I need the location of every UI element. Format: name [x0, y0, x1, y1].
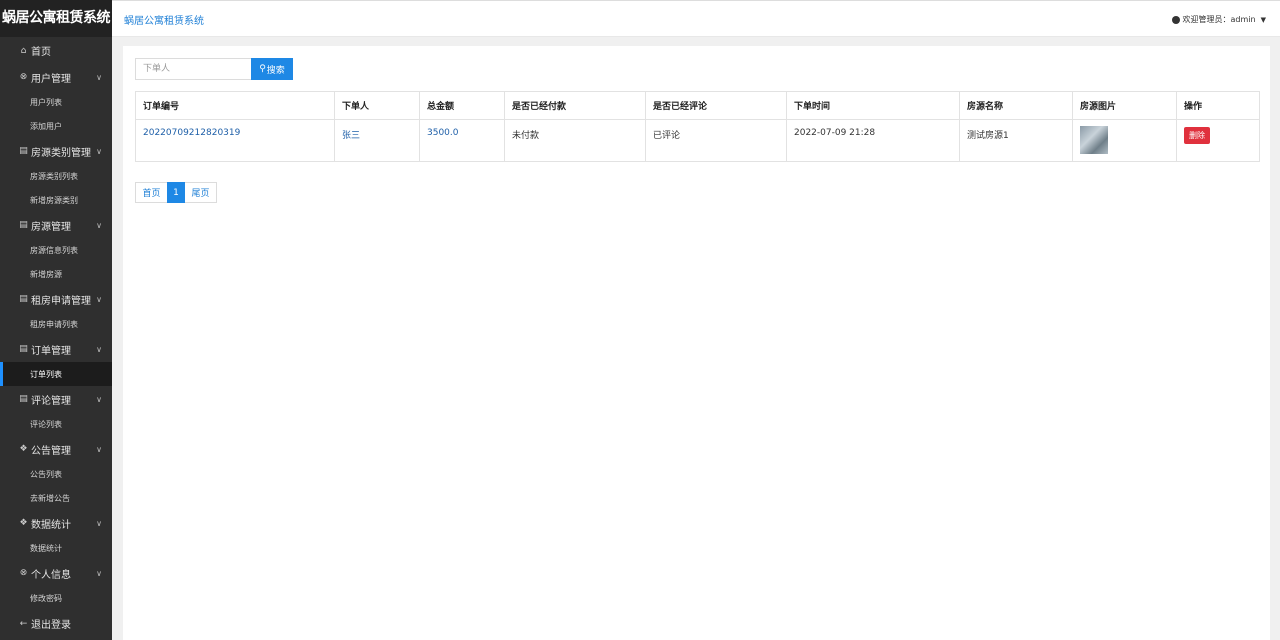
sidebar-item-statistics[interactable]: 数据统计: [0, 536, 112, 560]
col-commented: 是否已经评论: [645, 91, 787, 120]
col-action: 操作: [1176, 91, 1260, 120]
breadcrumb[interactable]: 蜗居公寓租赁系统: [124, 12, 204, 27]
sidebar-item-application-list[interactable]: 租房申请列表: [0, 312, 112, 336]
sidebar-item-home[interactable]: ⌂ 首页: [0, 37, 112, 64]
cell-time: 2022-07-09 21:28: [786, 119, 960, 162]
sidebar-item-comment-list[interactable]: 评论列表: [0, 412, 112, 436]
caret-down-icon: ▼: [1260, 15, 1266, 24]
document-icon: ▤: [19, 294, 28, 304]
user-icon: ⊗: [19, 568, 28, 578]
cell-buyer: 张三: [334, 119, 420, 162]
sidebar-group-statistics[interactable]: ❖ 数据统计 ∨: [0, 510, 112, 536]
col-paid: 是否已经付款: [504, 91, 646, 120]
chevron-down-icon: ∨: [96, 518, 102, 528]
user-avatar-icon: [1171, 15, 1180, 24]
sidebar-item-add-house[interactable]: 新增房源: [0, 262, 112, 286]
search-button[interactable]: ⚲ 搜索: [251, 58, 293, 80]
user-icon: ⊗: [19, 72, 28, 82]
page-first-button[interactable]: 首页: [135, 182, 167, 203]
col-buyer: 下单人: [334, 91, 420, 120]
sidebar: 蜗居公寓租赁系统 ⌂ 首页 ⊗ 用户管理 ∨ 用户列表 添加用户 ▤ 房源类别管…: [0, 0, 112, 640]
chevron-down-icon: ∨: [96, 72, 102, 82]
sidebar-item-change-password[interactable]: 修改密码: [0, 586, 112, 610]
sidebar-item-add-user[interactable]: 添加用户: [0, 114, 112, 138]
cell-action: 删除: [1176, 119, 1260, 162]
home-icon: ⌂: [20, 45, 27, 56]
main-content: ⚲ 搜索 订单编号 下单人 总金额 是否已经付款 是否已经评论 下单时间 房源名…: [123, 46, 1270, 640]
sidebar-group-house[interactable]: ▤ 房源管理 ∨: [0, 212, 112, 238]
cell-house-name: 测试房源1: [959, 119, 1073, 162]
chevron-down-icon: ∨: [96, 146, 102, 156]
sidebar-item-label: 首页: [31, 47, 51, 58]
sidebar-group-profile[interactable]: ⊗ 个人信息 ∨: [0, 560, 112, 586]
sidebar-item-add-category[interactable]: 新增房源类别: [0, 188, 112, 212]
sidebar-item-order-list[interactable]: 订单列表: [0, 362, 112, 386]
layers-icon: ❖: [19, 444, 28, 454]
search-icon: ⚲: [259, 64, 266, 74]
chevron-down-icon: ∨: [96, 568, 102, 578]
cell-amount: 3500.0: [419, 119, 505, 162]
page-number-button[interactable]: 1: [167, 182, 185, 203]
sidebar-item-user-list[interactable]: 用户列表: [0, 90, 112, 114]
chevron-down-icon: ∨: [96, 394, 102, 404]
col-order-no: 订单编号: [135, 91, 335, 120]
cell-order-no: 20220709212820319: [135, 119, 335, 162]
sidebar-group-comment[interactable]: ▤ 评论管理 ∨: [0, 386, 112, 412]
sidebar-group-user[interactable]: ⊗ 用户管理 ∨: [0, 64, 112, 90]
sidebar-item-logout[interactable]: ← 退出登录: [0, 610, 112, 637]
col-house-image: 房源图片: [1072, 91, 1177, 120]
sidebar-item-notice-list[interactable]: 公告列表: [0, 462, 112, 486]
arrow-left-icon: ←: [19, 618, 28, 629]
cell-commented: 已评论: [645, 119, 787, 162]
document-icon: ▤: [19, 344, 28, 354]
chevron-down-icon: ∨: [96, 344, 102, 354]
delete-button[interactable]: 删除: [1184, 127, 1210, 144]
sidebar-group-order[interactable]: ▤ 订单管理 ∨: [0, 336, 112, 362]
page-last-button[interactable]: 尾页: [185, 182, 217, 203]
order-table: 订单编号 下单人 总金额 是否已经付款 是否已经评论 下单时间 房源名称 房源图…: [135, 91, 1260, 162]
cell-paid: 未付款: [504, 119, 646, 162]
sidebar-group-rent-application[interactable]: ▤ 租房申请管理 ∨: [0, 286, 112, 312]
document-icon: ▤: [19, 146, 28, 156]
chevron-down-icon: ∨: [96, 444, 102, 454]
welcome-text: 欢迎管理员：admin: [1182, 15, 1256, 24]
app-brand: 蜗居公寓租赁系统: [0, 0, 112, 37]
sidebar-group-house-category[interactable]: ▤ 房源类别管理 ∨: [0, 138, 112, 164]
layers-icon: ❖: [19, 518, 28, 528]
col-amount: 总金额: [419, 91, 505, 120]
pagination: 首页 1 尾页: [135, 182, 217, 203]
chevron-down-icon: ∨: [96, 294, 102, 304]
table-header-row: 订单编号 下单人 总金额 是否已经付款 是否已经评论 下单时间 房源名称 房源图…: [135, 91, 1260, 120]
sidebar-item-category-list[interactable]: 房源类别列表: [0, 164, 112, 188]
col-time: 下单时间: [786, 91, 960, 120]
chevron-down-icon: ∨: [96, 220, 102, 230]
table-row: 20220709212820319 张三 3500.0 未付款 已评论 2022…: [135, 119, 1260, 162]
col-house-name: 房源名称: [959, 91, 1073, 120]
sidebar-item-add-notice[interactable]: 去新增公告: [0, 486, 112, 510]
user-menu[interactable]: 欢迎管理员：admin ▼: [1171, 14, 1266, 25]
sidebar-item-house-list[interactable]: 房源信息列表: [0, 238, 112, 262]
cell-house-image: [1072, 119, 1177, 162]
house-thumbnail[interactable]: [1080, 126, 1108, 154]
topbar: 蜗居公寓租赁系统 欢迎管理员：admin ▼: [112, 0, 1280, 37]
sidebar-group-notice[interactable]: ❖ 公告管理 ∨: [0, 436, 112, 462]
document-icon: ▤: [19, 394, 28, 404]
document-icon: ▤: [19, 220, 28, 230]
search-bar: ⚲ 搜索: [135, 58, 293, 80]
sidebar-item-label: 退出登录: [31, 620, 71, 631]
search-input[interactable]: [135, 58, 251, 80]
